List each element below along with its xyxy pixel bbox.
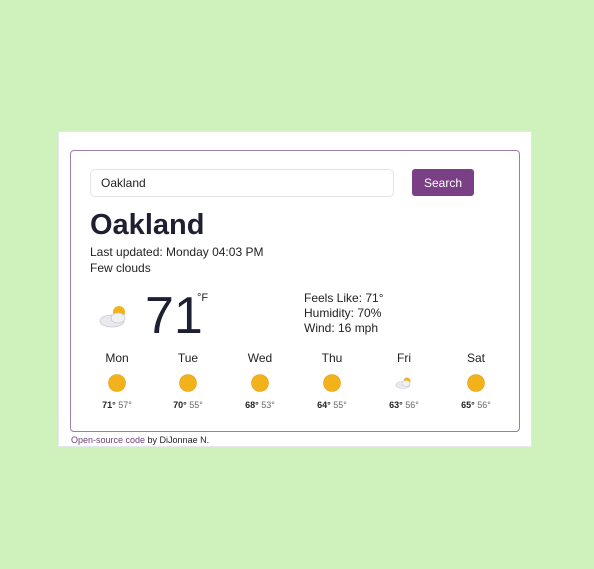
app-frame: Search Oakland Last updated: Monday 04:0… (58, 131, 532, 447)
open-source-link[interactable]: Open-source code (71, 435, 145, 445)
wind-speed: Wind: 16 mph (304, 321, 379, 335)
forecast-temps: 70° 55° (152, 399, 224, 411)
city-name: Oakland (90, 209, 205, 241)
forecast-temps: 71° 57° (81, 399, 153, 411)
temperature-unit[interactable]: °F (197, 292, 208, 304)
forecast-low: 56° (477, 400, 491, 410)
forecast-temps: 65° 56° (440, 399, 512, 411)
feels-like: Feels Like: 71° (304, 291, 384, 305)
forecast-high: 63° (389, 400, 403, 410)
forecast-high: 64° (317, 400, 331, 410)
forecast-day-name: Mon (105, 351, 129, 365)
forecast-day-name: Wed (247, 351, 273, 365)
sun-icon (467, 374, 485, 392)
forecast-day: Sat 65° 56° (440, 351, 512, 411)
last-updated: Last updated: Monday 04:03 PM (90, 245, 263, 260)
humidity: Humidity: 70% (304, 306, 382, 320)
search-button[interactable]: Search (412, 169, 474, 196)
sun-icon (323, 374, 341, 392)
forecast-day-name: Fri (397, 351, 411, 365)
sun-icon (251, 374, 269, 392)
forecast-low: 53° (261, 400, 275, 410)
forecast-high: 68° (245, 400, 259, 410)
forecast-low: 55° (333, 400, 347, 410)
weather-card: Search Oakland Last updated: Monday 04:0… (70, 150, 520, 432)
forecast: Mon 71° 57° Tue 70° 55° Wed 68° 53° Thu … (81, 351, 513, 413)
footer-credit: by DiJonnae N. (145, 435, 210, 445)
forecast-low: 55° (189, 400, 203, 410)
forecast-day: Fri 63° 56° (368, 351, 440, 411)
sun-icon (108, 374, 126, 392)
forecast-day: Tue 70° 55° (152, 351, 224, 411)
last-updated-text: Last updated: Monday 04:03 PM (90, 245, 264, 259)
few-clouds-icon (395, 377, 411, 389)
forecast-temps: 63° 56° (368, 399, 440, 411)
forecast-low: 56° (405, 400, 419, 410)
forecast-day-name: Sat (466, 351, 485, 365)
forecast-day: Wed 68° 53° (224, 351, 296, 411)
forecast-temps: 64° 55° (296, 399, 368, 411)
forecast-high: 70° (173, 400, 187, 410)
city-search-input[interactable] (90, 169, 394, 197)
footer: Open-source code by DiJonnae N. (71, 434, 209, 446)
forecast-high: 65° (461, 400, 475, 410)
weather-stats: Feels Like: 71° Humidity: 70% Wind: 16 m… (304, 291, 384, 336)
forecast-low: 57° (118, 400, 132, 410)
forecast-day: Thu 64° 55° (296, 351, 368, 411)
weather-description: Few clouds (90, 261, 151, 275)
forecast-high: 71° (102, 400, 116, 410)
forecast-day: Mon 71° 57° (81, 351, 153, 411)
few-clouds-icon (99, 306, 126, 328)
current-temperature: 71 (145, 287, 203, 345)
forecast-day-name: Thu (321, 351, 343, 365)
sun-icon (179, 374, 197, 392)
forecast-temps: 68° 53° (224, 399, 296, 411)
forecast-day-name: Tue (177, 351, 199, 365)
